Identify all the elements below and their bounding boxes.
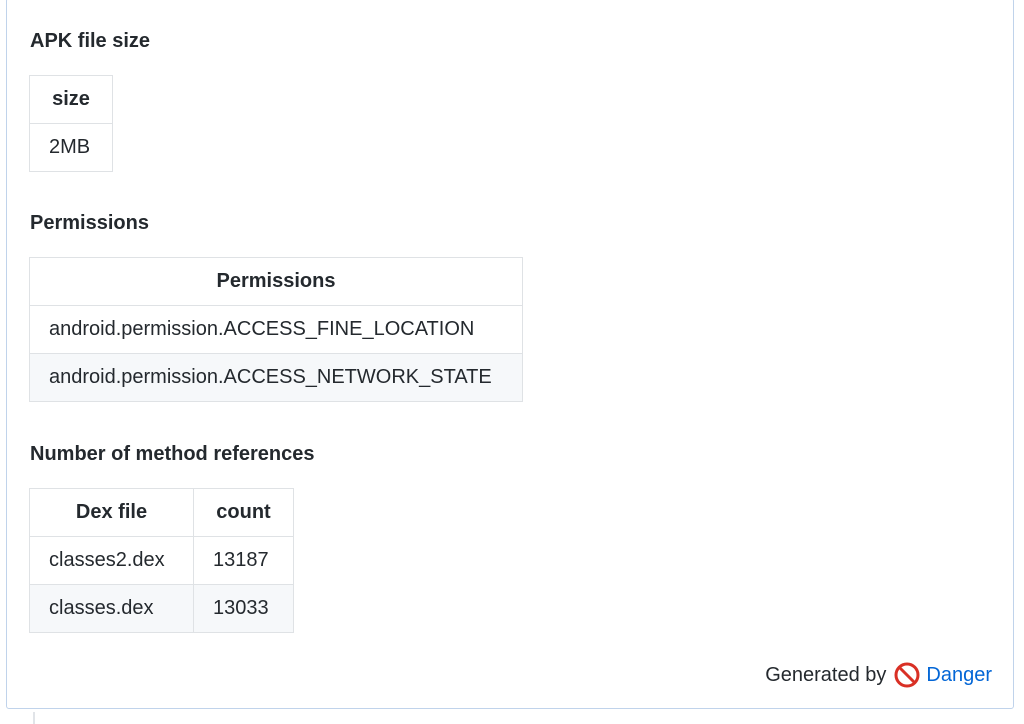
- permissions-table: Permissions android.permission.ACCESS_FI…: [29, 257, 523, 402]
- table-row: 2MB: [29, 123, 113, 172]
- apk-size-table: size 2MB: [29, 75, 113, 172]
- method-references-table: Dex file count classes2.dex 13187 classe…: [29, 488, 294, 633]
- generated-by-footer: Generated by Danger: [765, 662, 992, 688]
- table-header-row: size: [29, 75, 113, 124]
- table-row: classes.dex 13033: [29, 584, 294, 633]
- size-value-cell: 2MB: [29, 123, 113, 172]
- permissions-column-header: Permissions: [29, 257, 523, 306]
- count-cell: 13033: [193, 584, 294, 633]
- count-column-header: count: [193, 488, 294, 537]
- size-column-header: size: [29, 75, 113, 124]
- dex-file-column-header: Dex file: [29, 488, 194, 537]
- danger-link[interactable]: Danger: [926, 662, 992, 688]
- permission-cell: android.permission.ACCESS_FINE_LOCATION: [29, 305, 523, 354]
- table-row: classes2.dex 13187: [29, 536, 294, 585]
- no-entry-icon: [894, 662, 920, 688]
- method-references-heading: Number of method references: [30, 443, 315, 465]
- permissions-heading: Permissions: [30, 212, 149, 234]
- table-header-row: Dex file count: [29, 488, 294, 537]
- table-row: android.permission.ACCESS_NETWORK_STATE: [29, 353, 523, 402]
- dex-file-cell: classes2.dex: [29, 536, 194, 585]
- generated-by-text: Generated by: [765, 664, 887, 686]
- permission-cell: android.permission.ACCESS_NETWORK_STATE: [29, 353, 523, 402]
- dex-file-cell: classes.dex: [29, 584, 194, 633]
- table-row: android.permission.ACCESS_FINE_LOCATION: [29, 305, 523, 354]
- apk-size-heading: APK file size: [30, 30, 151, 52]
- count-cell: 13187: [193, 536, 294, 585]
- timeline-line: [33, 712, 35, 724]
- table-header-row: Permissions: [29, 257, 523, 306]
